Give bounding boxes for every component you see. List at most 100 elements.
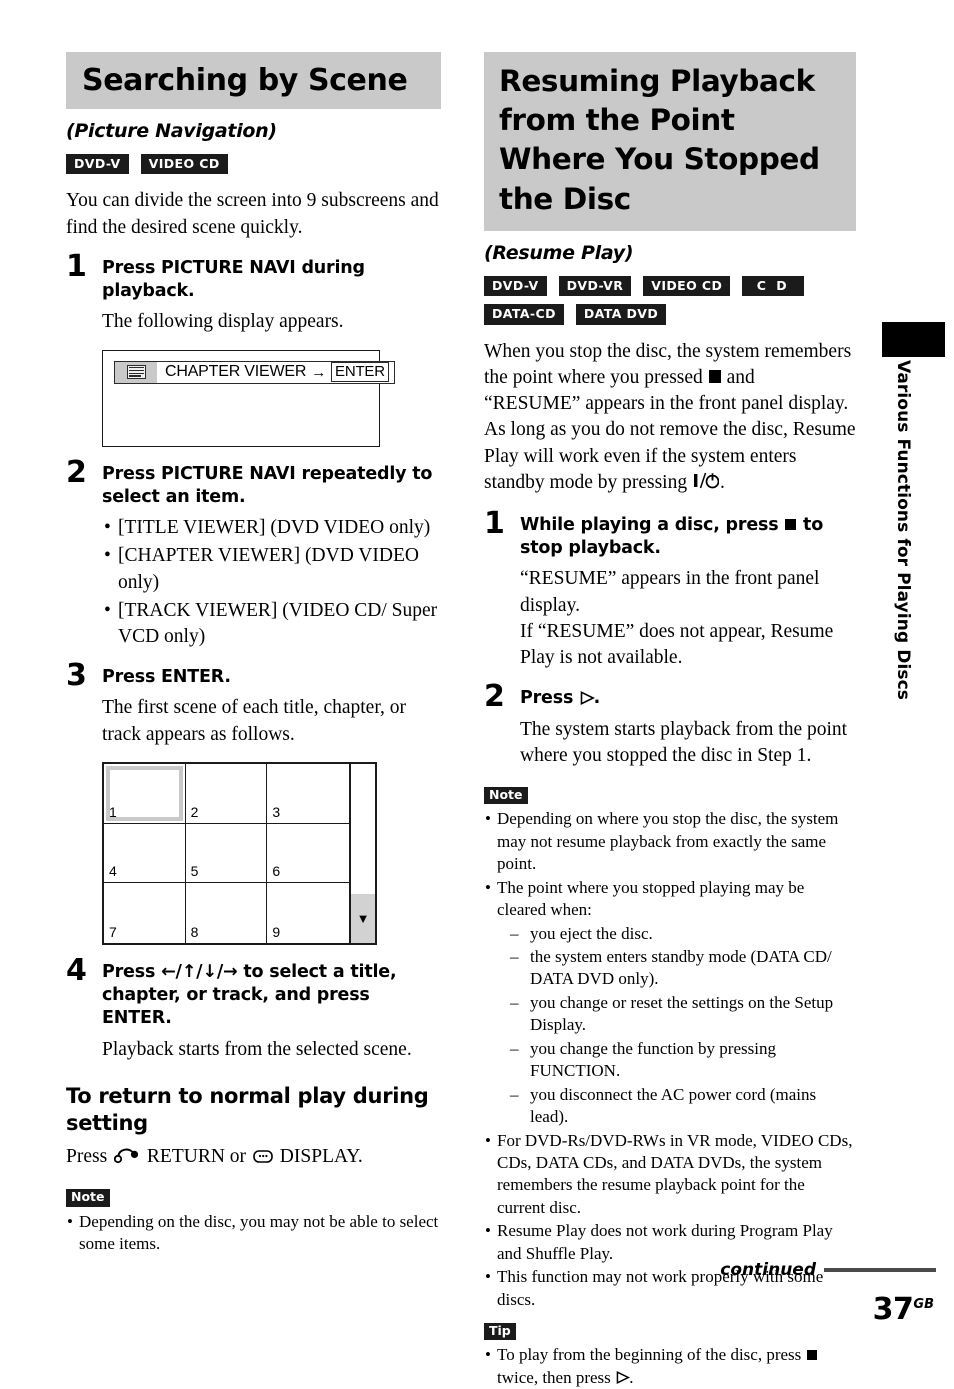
- osd-enter-key: ENTER: [331, 361, 389, 383]
- disc-badge-dvd-vr: DVD-VR: [558, 275, 632, 297]
- scene-cell-label: 8: [190, 923, 199, 940]
- step-1-right: 1 While playing a disc, press to stop pl…: [484, 508, 856, 671]
- disc-badge-video-cd: VIDEO CD: [643, 275, 731, 297]
- scene-cell: 9: [267, 883, 349, 943]
- step-text: Playback starts from the selected scene.: [102, 1038, 412, 1060]
- osd-label: CHAPTER VIEWER: [165, 363, 307, 381]
- section-heading-resume-playback: Resuming Playback from the Point Where Y…: [484, 52, 856, 231]
- right-column: Resuming Playback from the Point Where Y…: [484, 52, 856, 1389]
- tip-part-2: twice, then press: [497, 1367, 616, 1387]
- step-3-left: 3 Press ENTER. The first scene of each t…: [66, 661, 441, 945]
- scene-cell-label: 7: [109, 923, 117, 940]
- subheading-return-to-normal-play: To return to normal play during setting: [66, 1083, 429, 1135]
- step-2-left: 2 Press PICTURE NAVI repeatedly to selec…: [66, 457, 441, 651]
- step-text: The first scene of each title, chapter, …: [102, 697, 407, 745]
- list-item: the system enters standby mode (DATA CD/…: [510, 946, 856, 991]
- continued-marker: continued: [720, 1260, 936, 1280]
- scene-grid-mock: 1 2 3 4 5 6 7 8 9 ▼: [102, 761, 377, 945]
- list-item: Depending on the disc, you may not be ab…: [66, 1211, 441, 1256]
- note-badge: Note: [66, 1189, 110, 1207]
- disc-badge-data-dvd: DATA DVD: [575, 304, 667, 325]
- list-item: you disconnect the AC power cord (mains …: [510, 1084, 856, 1129]
- step-text: If “RESUME” does not appear, Resume Play…: [520, 620, 834, 669]
- viewer-option-list: [TITLE VIEWER] (DVD VIDEO only) [CHAPTER…: [102, 515, 441, 650]
- step-number: 4: [66, 952, 87, 988]
- step-1-left: 1 Press PICTURE NAVI during playback. Th…: [66, 251, 441, 447]
- return-instruction: Press RETURN or DISPLAY.: [66, 1144, 441, 1173]
- list-item: The point where you stopped playing may …: [484, 877, 856, 1129]
- return-text-pre: Press: [66, 1145, 113, 1167]
- step-title: Press PICTURE NAVI during playback.: [102, 257, 365, 302]
- intro-paragraph-right: When you stop the disc, the system remem…: [484, 339, 856, 498]
- scene-cell: 5: [185, 823, 268, 884]
- step-number: 2: [484, 679, 505, 715]
- power-standby-icon: [693, 471, 720, 498]
- scene-cell-label: 4: [109, 863, 117, 880]
- disc-badge-dvd-v: DVD-V: [66, 154, 129, 175]
- step-number: 3: [66, 658, 87, 694]
- scene-cell: 3: [267, 764, 349, 824]
- page-region-suffix: GB: [913, 1297, 934, 1312]
- step-title: Press .: [520, 687, 856, 710]
- list-item: Depending on where you stop the disc, th…: [484, 808, 856, 875]
- list-item: [CHAPTER VIEWER] (DVD VIDEO only): [102, 543, 441, 595]
- disc-badge-cd: C D: [742, 275, 805, 297]
- disc-badge-list-left: DVD-V VIDEO CD: [66, 154, 441, 175]
- tip-badge: Tip: [484, 1323, 516, 1341]
- page-number-value: 37: [872, 1292, 914, 1327]
- stop-icon: [785, 518, 797, 530]
- return-text-post: DISPLAY.: [274, 1145, 363, 1167]
- scene-cell-label: 2: [190, 803, 199, 820]
- step-number: 1: [484, 505, 505, 541]
- note-badge: Note: [484, 787, 528, 805]
- osd-bar: CHAPTER VIEWER → ENTER: [114, 360, 395, 384]
- return-icon: [113, 1146, 140, 1172]
- scene-cell: 7: [104, 883, 186, 943]
- osd-label-group: CHAPTER VIEWER → ENTER: [157, 361, 394, 383]
- list-item: For DVD-Rs/DVD-RWs in VR mode, VIDEO CDs…: [484, 1130, 856, 1220]
- scene-cell-label: 6: [272, 863, 281, 880]
- direction-arrows-icon: ←/↑/↓/→: [161, 961, 238, 982]
- step-text: “RESUME” appears in the front panel disp…: [520, 568, 820, 616]
- list-item: To play from the beginning of the disc, …: [484, 1344, 856, 1389]
- intro-paragraph-left: You can divide the screen into 9 subscre…: [66, 190, 439, 238]
- notes-left: Depending on the disc, you may not be ab…: [66, 1211, 441, 1256]
- chapter-viewer-icon: [115, 361, 157, 383]
- step-title: While playing a disc, press to stop play…: [520, 514, 856, 561]
- note-sub-list: you eject the disc. the system enters st…: [510, 923, 856, 1129]
- list-item: Resume Play does not work during Program…: [484, 1220, 856, 1265]
- scene-cell: 1: [104, 763, 186, 824]
- manual-page: Searching by Scene (Picture Navigation) …: [0, 0, 954, 1387]
- step-title-pre: Press: [102, 961, 162, 982]
- list-item: [TITLE VIEWER] (DVD VIDEO only): [102, 515, 441, 541]
- right-arrow-icon: →: [311, 363, 327, 381]
- display-icon: [253, 1146, 273, 1172]
- scene-cell: 8: [186, 883, 268, 943]
- tip-part-1: To play from the beginning of the disc, …: [497, 1345, 806, 1365]
- notes-right: Depending on where you stop the disc, th…: [484, 808, 856, 1311]
- chevron-down-icon: ▼: [351, 893, 375, 943]
- scene-grid-cells: 1 2 3 4 5 6 7 8 9: [104, 763, 349, 943]
- step-title: Press ENTER.: [102, 667, 231, 688]
- continued-label: continued: [720, 1260, 816, 1280]
- step-text: The system starts playback from the poin…: [520, 718, 848, 766]
- list-item-text: The point where you stopped playing may …: [497, 877, 805, 920]
- page-number: 37GB: [873, 1292, 934, 1327]
- scene-grid-scrollbar: ▼: [349, 763, 375, 943]
- step-title-pre: Press: [520, 688, 580, 709]
- stop-icon: [806, 1349, 818, 1361]
- play-icon: [616, 1371, 631, 1385]
- play-icon: [580, 691, 596, 706]
- step-title-pre: While playing a disc, press: [520, 514, 785, 535]
- disc-badge-dvd-v: DVD-V: [484, 275, 547, 297]
- intro-part-1: When you stop the disc, the system remem…: [484, 340, 852, 388]
- step-title: Press PICTURE NAVI repeatedly to select …: [102, 463, 433, 507]
- section-subheading-resume-play: (Resume Play): [484, 241, 634, 264]
- scene-cell-label: 1: [109, 803, 117, 820]
- disc-badge-data-cd: DATA-CD: [484, 304, 564, 325]
- step-number: 2: [66, 454, 87, 490]
- return-text-mid: RETURN or: [142, 1145, 251, 1167]
- scene-cell: 4: [104, 823, 186, 884]
- scene-cell-label: 9: [272, 923, 281, 940]
- disc-badge-list-right: DVD-V DVD-VR VIDEO CD C D DATA-CD DATA D…: [484, 275, 856, 325]
